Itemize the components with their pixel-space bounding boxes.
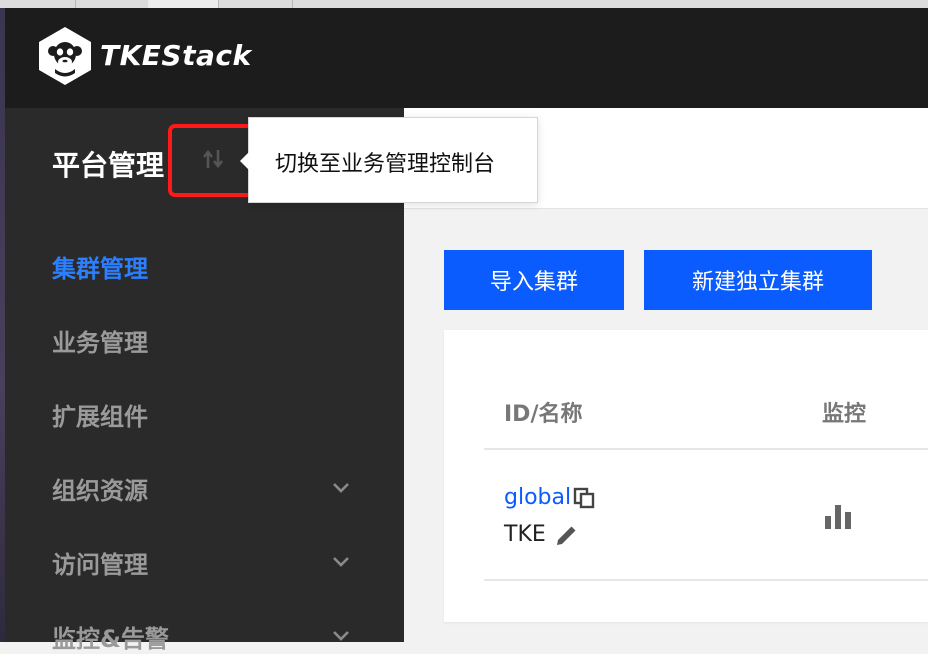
row-divider [484, 579, 928, 581]
chevron-down-icon[interactable] [332, 630, 350, 641]
brand-name[interactable]: TKEStack [100, 39, 252, 72]
copy-icon[interactable] [573, 487, 595, 509]
top-navbar: TKEStack [5, 8, 928, 108]
sidebar-item-extensions[interactable]: 扩展组件 [52, 397, 148, 432]
tab-separator [218, 0, 219, 8]
tab-separator [292, 0, 293, 8]
sidebar-item-business-management[interactable]: 业务管理 [52, 323, 148, 358]
cluster-id-link[interactable]: global [504, 485, 571, 510]
create-standalone-cluster-button[interactable]: 新建独立集群 [644, 250, 872, 310]
browser-tab-strip [0, 0, 928, 8]
cluster-table-card: ID/名称 监控 global TKE [444, 330, 928, 622]
browser-tab-active[interactable] [148, 0, 218, 8]
chevron-down-icon[interactable] [332, 482, 350, 493]
column-header-id-name: ID/名称 [504, 402, 583, 427]
tooltip-text: 切换至业务管理控制台 [275, 152, 496, 177]
tooltip-arrow [240, 152, 249, 170]
bar-chart-icon[interactable] [824, 503, 852, 529]
switch-console-tooltip: 切换至业务管理控制台 [240, 117, 538, 203]
sidebar-item-access-management[interactable]: 访问管理 [52, 545, 148, 580]
edit-pencil-icon[interactable] [554, 524, 578, 548]
sidebar-item-monitoring-alerts[interactable]: 监控&告警 [52, 619, 169, 654]
header-divider [484, 448, 928, 450]
tab-separator [75, 0, 76, 8]
column-header-monitor: 监控 [822, 402, 867, 427]
sidebar-title: 平台管理 [52, 149, 165, 182]
monkey-hexagon-logo-icon[interactable] [34, 25, 96, 87]
sidebar-item-org-resources[interactable]: 组织资源 [52, 471, 148, 506]
sidebar-item-cluster-management[interactable]: 集群管理 [52, 249, 148, 284]
import-cluster-button[interactable]: 导入集群 [444, 250, 624, 310]
chevron-down-icon[interactable] [332, 556, 350, 567]
cluster-name: TKE [504, 522, 546, 547]
